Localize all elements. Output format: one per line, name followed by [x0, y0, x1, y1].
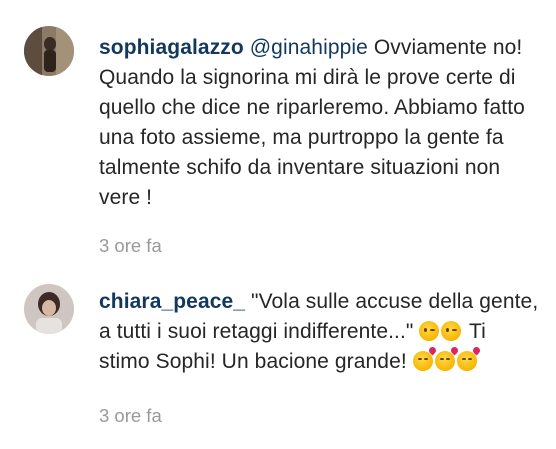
comment-username[interactable]: chiara_peace_: [99, 290, 245, 313]
kissing-heart-emoji-icon: [456, 345, 482, 371]
comment-item: chiara_peace_ "Vola sulle accuse della g…: [0, 270, 556, 449]
comment-body: sophiagalazzo @ginahippie Ovviamente no!…: [99, 33, 539, 213]
comment-text: Ovviamente no! Quando la signorina mi di…: [99, 36, 525, 209]
comment-item: sophiagalazzo @ginahippie Ovviamente no!…: [0, 0, 556, 270]
comment-username[interactable]: sophiagalazzo: [99, 36, 244, 59]
comment-mention[interactable]: @ginahippie: [250, 36, 368, 59]
kissing-heart-emoji-icon: [434, 345, 460, 371]
user-avatar[interactable]: [24, 26, 74, 76]
comment-timestamp: 3 ore fa: [99, 405, 162, 426]
wink-emoji-icon: [441, 321, 462, 341]
user-avatar[interactable]: [24, 284, 74, 334]
comment-timestamp: 3 ore fa: [99, 235, 162, 256]
wink-emoji-icon: [419, 321, 440, 341]
kissing-heart-emoji-icon: [412, 345, 438, 371]
avatar-image: [24, 284, 74, 334]
avatar-image: [24, 26, 74, 76]
comment-body: chiara_peace_ "Vola sulle accuse della g…: [99, 287, 539, 377]
